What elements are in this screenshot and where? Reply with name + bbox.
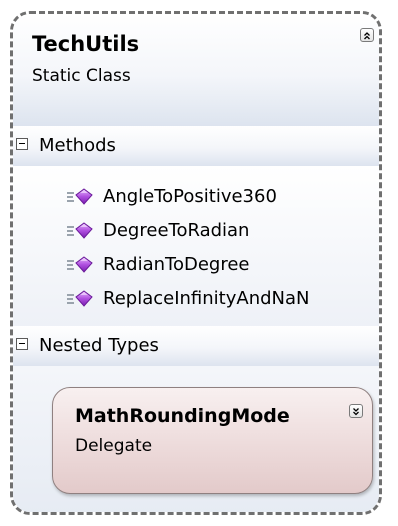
delegate-shape[interactable]: MathRoundingMode Delegate xyxy=(52,387,373,494)
delegate-stereotype: Delegate xyxy=(75,436,153,456)
methods-section-header[interactable]: Methods xyxy=(13,126,379,166)
class-header[interactable]: TechUtils Static Class xyxy=(13,14,379,126)
nested-types-section-header[interactable]: Nested Types xyxy=(13,326,379,366)
minus-box-icon[interactable] xyxy=(16,338,28,350)
method-label: AngleToPositive360 xyxy=(103,186,277,207)
delegate-name: MathRoundingMode xyxy=(75,405,290,427)
method-icon xyxy=(67,222,93,239)
method-label: ReplaceInfinityAndNaN xyxy=(103,288,310,309)
nested-types-section-label: Nested Types xyxy=(39,335,159,356)
method-icon xyxy=(67,256,93,273)
class-name: TechUtils xyxy=(32,32,140,56)
method-icon xyxy=(67,188,93,205)
double-chevron-down-icon[interactable] xyxy=(349,404,363,418)
methods-list: AngleToPositive360 DegreeToRadian Radian… xyxy=(13,166,379,326)
minus-box-icon[interactable] xyxy=(16,138,28,150)
double-chevron-up-icon[interactable] xyxy=(360,28,374,42)
method-label: RadianToDegree xyxy=(103,254,250,275)
class-shape[interactable]: TechUtils Static Class Methods AngleToPo… xyxy=(10,11,382,515)
method-icon xyxy=(67,290,93,307)
method-label: DegreeToRadian xyxy=(103,220,250,241)
class-stereotype: Static Class xyxy=(32,66,131,86)
methods-section-label: Methods xyxy=(39,135,116,156)
